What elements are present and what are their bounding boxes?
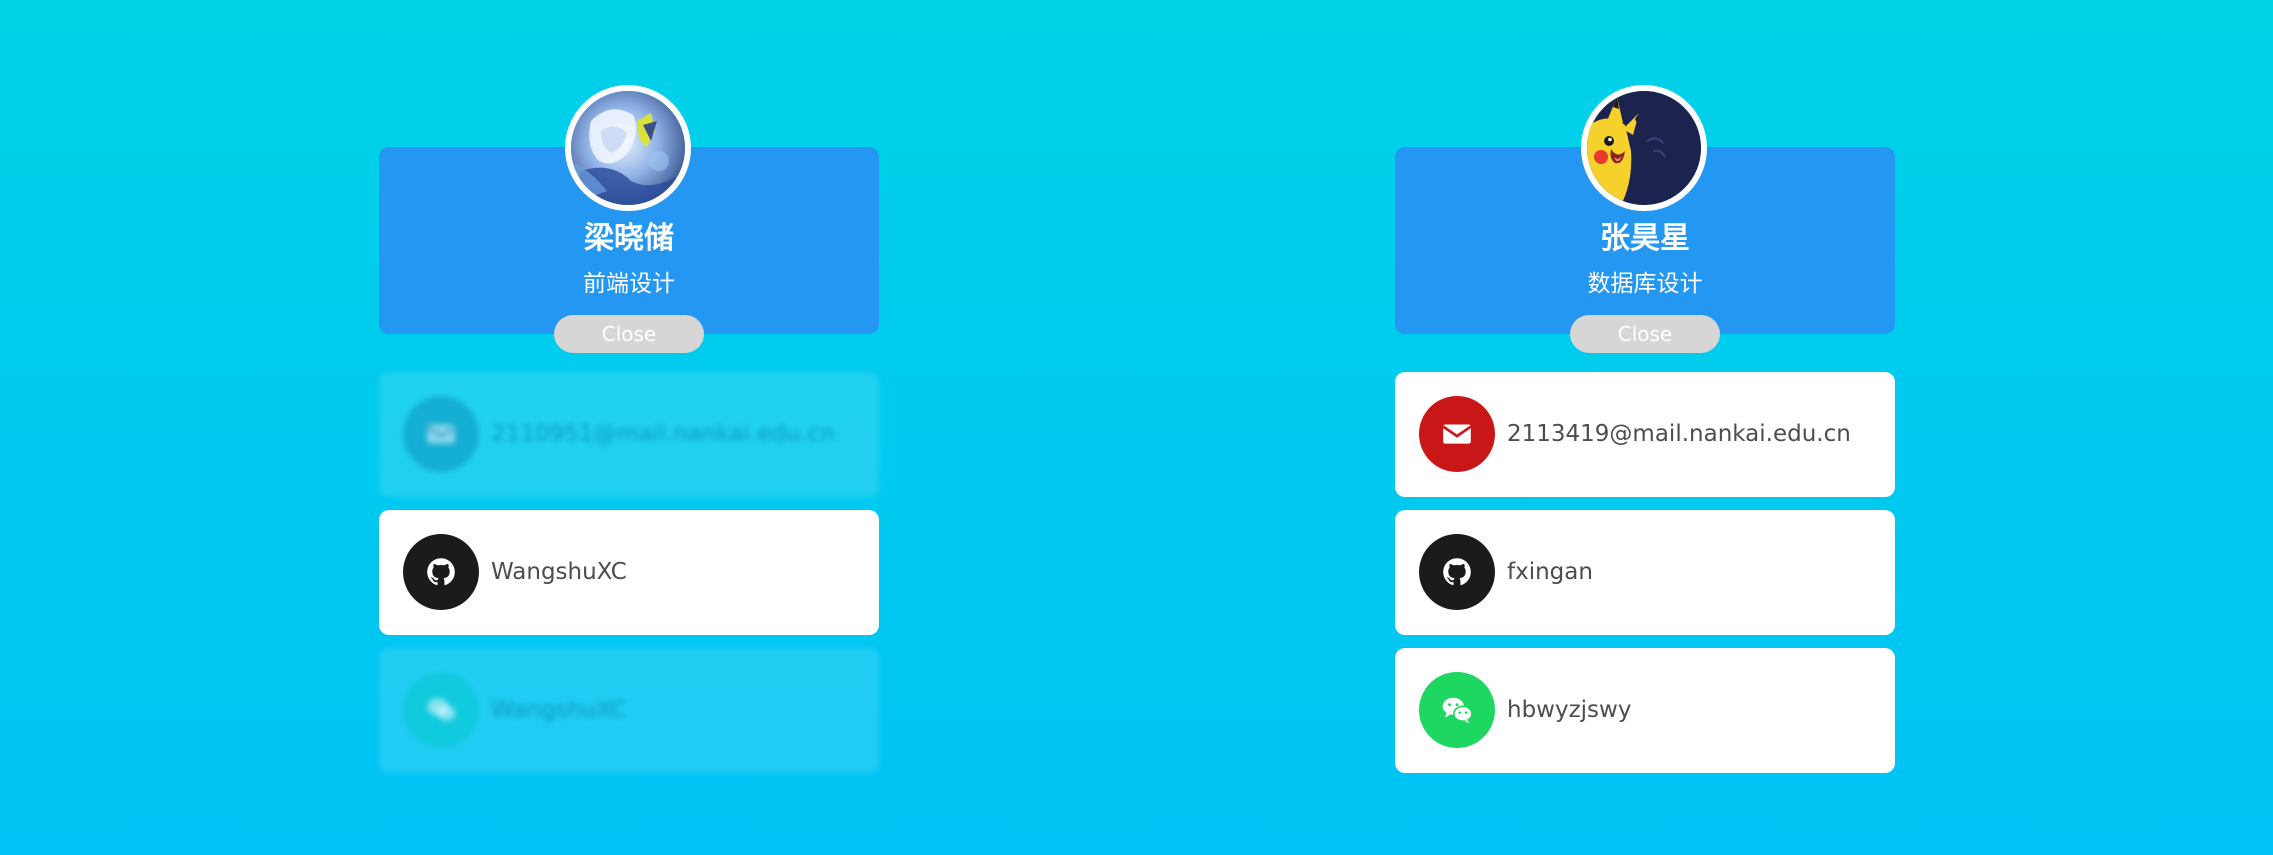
- profile-name: 梁晓储: [584, 221, 674, 256]
- contact-github[interactable]: fxingan: [1395, 510, 1895, 635]
- contact-wechat[interactable]: hbwyzjswy: [1395, 648, 1895, 773]
- contact-wechat[interactable]: WangshuXC: [379, 648, 879, 773]
- envelope-icon: [1442, 424, 1472, 444]
- wechat-icon-circle: [1419, 672, 1495, 748]
- contact-email-text: 2110951@mail.nankai.edu.cn: [491, 421, 835, 447]
- wechat-icon: [1442, 697, 1473, 724]
- wechat-icon: [427, 698, 456, 721]
- email-icon-circle: [1419, 396, 1495, 472]
- email-icon-circle: [403, 396, 479, 472]
- contact-github[interactable]: WangshuXC: [379, 510, 879, 635]
- avatar[interactable]: [565, 85, 691, 211]
- pikachu-avatar-icon: [1587, 91, 1701, 205]
- contact-email[interactable]: 2113419@mail.nankai.edu.cn: [1395, 372, 1895, 497]
- close-button[interactable]: Close: [1570, 315, 1720, 353]
- contact-email-text: 2113419@mail.nankai.edu.cn: [1507, 421, 1851, 447]
- close-button[interactable]: Close: [554, 315, 704, 353]
- github-icon: [427, 558, 455, 586]
- contact-github-text: WangshuXC: [491, 559, 627, 585]
- contact-wechat-text: WangshuXC: [491, 697, 627, 723]
- github-icon-circle: [403, 534, 479, 610]
- envelope-icon: [426, 424, 456, 444]
- wechat-icon-circle: [403, 672, 479, 748]
- profile-name: 张昊星: [1600, 221, 1690, 256]
- profile-role: 数据库设计: [1587, 271, 1703, 297]
- contact-email[interactable]: 2110951@mail.nankai.edu.cn: [379, 372, 879, 497]
- github-icon: [1443, 558, 1471, 586]
- profile-role: 前端设计: [583, 271, 675, 297]
- contact-wechat-text: hbwyzjswy: [1507, 697, 1632, 723]
- github-icon-circle: [1419, 534, 1495, 610]
- contact-github-text: fxingan: [1507, 559, 1593, 585]
- avatar[interactable]: [1581, 85, 1707, 211]
- anime-avatar-icon: [571, 91, 685, 205]
